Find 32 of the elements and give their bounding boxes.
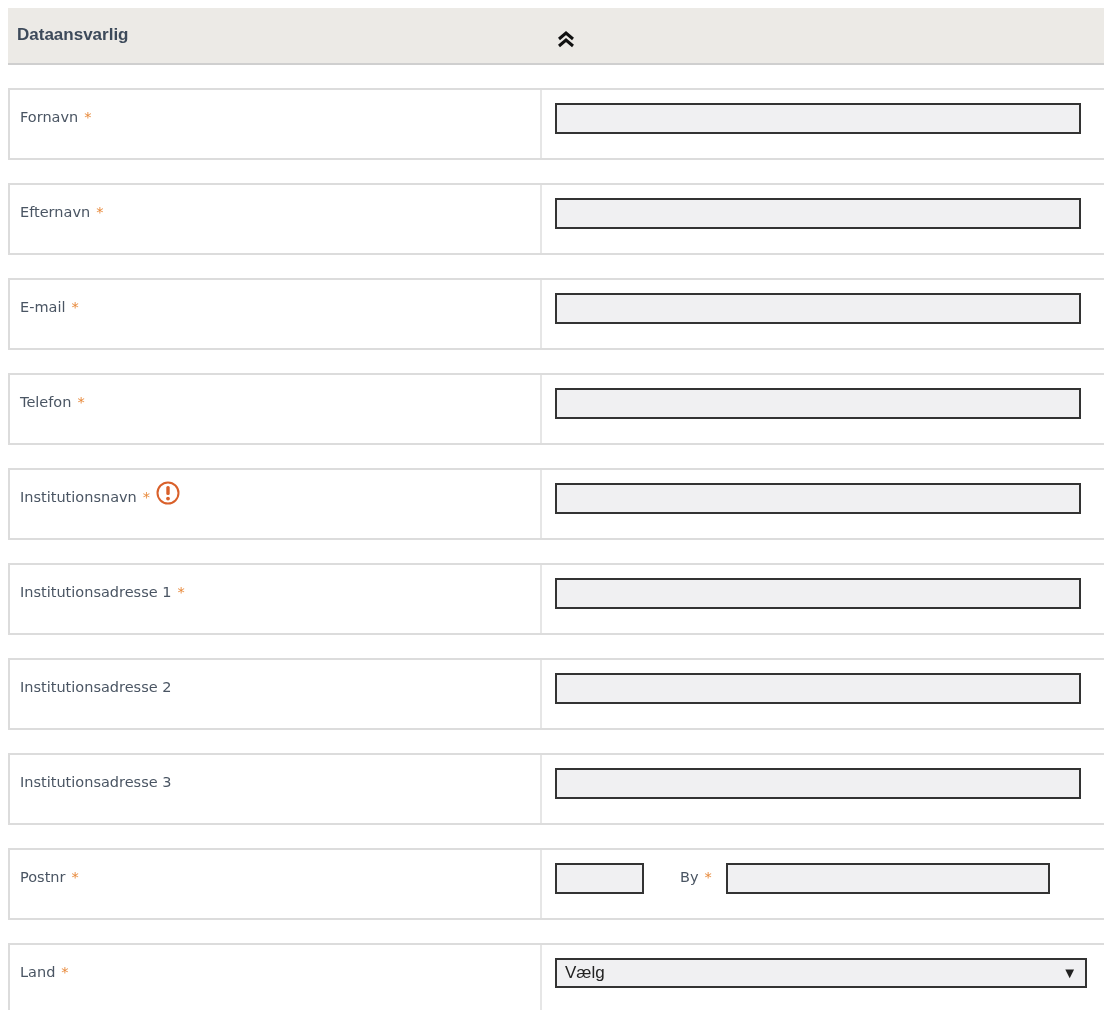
text-input-field[interactable] — [555, 673, 1081, 704]
field-label: Institutionsadresse 1 — [20, 583, 172, 602]
field-label: By — [680, 868, 699, 887]
field-label: Telefon — [20, 393, 72, 412]
required-mark: * — [61, 963, 69, 982]
section-title: Dataansvarlig — [16, 24, 130, 46]
text-input-field[interactable] — [555, 198, 1081, 229]
required-mark: * — [142, 488, 151, 507]
field-label: E-mail — [20, 298, 66, 317]
required-mark: * — [77, 393, 85, 412]
required-mark: * — [177, 583, 185, 602]
postal-code-field[interactable] — [555, 863, 644, 894]
text-input-field[interactable] — [555, 103, 1081, 134]
required-mark: * — [84, 108, 92, 127]
field-label: Institutionsadresse 2 — [20, 678, 172, 697]
required-mark: * — [704, 868, 712, 887]
field-label: Efternavn — [20, 203, 91, 222]
text-input-field[interactable] — [555, 483, 1081, 514]
text-input-field[interactable] — [555, 768, 1081, 799]
text-input-field[interactable] — [555, 578, 1081, 609]
text-input-field[interactable] — [555, 293, 1081, 324]
city-field[interactable] — [725, 863, 1050, 894]
required-mark: * — [71, 298, 79, 317]
field-label: Institutionsadresse 3 — [20, 773, 172, 792]
field-label: Institutionsnavn — [20, 488, 137, 507]
field-label: Land — [20, 963, 56, 982]
required-mark: * — [71, 868, 79, 887]
field-label: Fornavn — [20, 108, 79, 127]
text-input-field[interactable] — [555, 388, 1081, 419]
field-label: Postnr — [20, 868, 66, 887]
required-mark: * — [96, 203, 104, 222]
country-select[interactable]: Vælg ▼ — [555, 958, 1087, 988]
